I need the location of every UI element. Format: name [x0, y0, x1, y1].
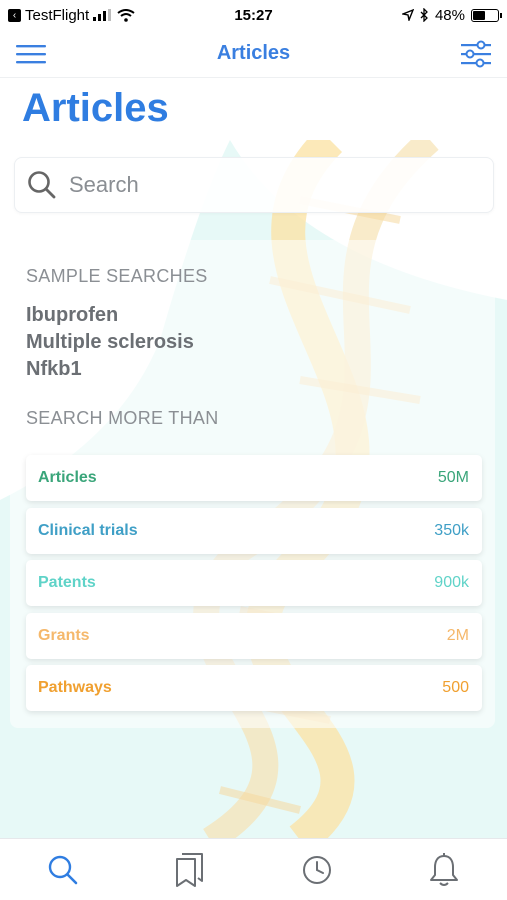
search-icon [28, 171, 56, 199]
bell-icon [429, 852, 458, 886]
tab-bookmarks[interactable] [160, 845, 220, 895]
location-arrow-icon [401, 9, 414, 21]
battery-fill [473, 10, 485, 20]
wifi-icon [117, 8, 135, 22]
category-label: Clinical trials [38, 521, 138, 539]
category-row-clinical-trials[interactable]: Clinical trials 350k [26, 507, 482, 554]
category-count: 350k [434, 521, 469, 539]
battery-icon [471, 8, 502, 22]
category-row-patents[interactable]: Patents 900k [26, 560, 482, 606]
battery-percent: 48% [434, 6, 465, 24]
tab-history[interactable] [287, 845, 347, 895]
history-clock-icon [302, 855, 331, 884]
navigation-bar: Articles [0, 30, 507, 78]
category-row-articles[interactable]: Articles 50M [26, 455, 482, 501]
sample-searches-list: Ibuprofen Multiple sclerosis Nfkb1 [26, 302, 194, 383]
status-bar: ‹ TestFlight 15:27 48% [0, 0, 507, 30]
category-row-pathways[interactable]: Pathways 500 [26, 665, 482, 711]
sample-search-item[interactable]: Ibuprofen [26, 302, 194, 329]
tab-bar [0, 838, 507, 900]
status-time: 15:27 [234, 6, 273, 24]
back-arrow-icon[interactable]: ‹ [8, 8, 21, 22]
sliders-icon[interactable] [461, 40, 491, 68]
status-right: 48% [401, 6, 502, 24]
tab-search[interactable] [33, 845, 93, 895]
category-count: 500 [442, 679, 469, 696]
back-app-label[interactable]: TestFlight [25, 7, 89, 24]
category-label: Articles [38, 469, 97, 486]
category-label: Pathways [38, 679, 112, 696]
search-categories-list: Articles 50M Clinical trials 350k Patent… [26, 455, 482, 718]
status-left: ‹ TestFlight [8, 7, 135, 24]
bookmarks-icon [176, 852, 204, 887]
category-row-grants[interactable]: Grants 2M [26, 612, 482, 659]
sample-searches-heading: SAMPLE SEARCHES [26, 266, 208, 286]
search-input[interactable] [69, 172, 469, 198]
hamburger-menu-icon[interactable] [16, 42, 46, 66]
search-bar[interactable] [14, 157, 494, 213]
bluetooth-icon [420, 8, 428, 22]
search-more-heading: SEARCH MORE THAN [26, 408, 219, 428]
tab-notifications[interactable] [414, 845, 474, 895]
category-label: Grants [38, 626, 90, 644]
category-count: 900k [434, 574, 469, 591]
search-icon [49, 855, 78, 884]
category-label: Patents [38, 574, 96, 591]
cellular-signal-icon [93, 9, 112, 21]
sample-search-item[interactable]: Multiple sclerosis [26, 329, 194, 356]
category-count: 2M [446, 626, 469, 644]
sample-search-item[interactable]: Nfkb1 [26, 356, 194, 383]
page-title: Articles [22, 86, 169, 130]
nav-title: Articles [216, 42, 291, 64]
category-count: 50M [437, 469, 469, 486]
